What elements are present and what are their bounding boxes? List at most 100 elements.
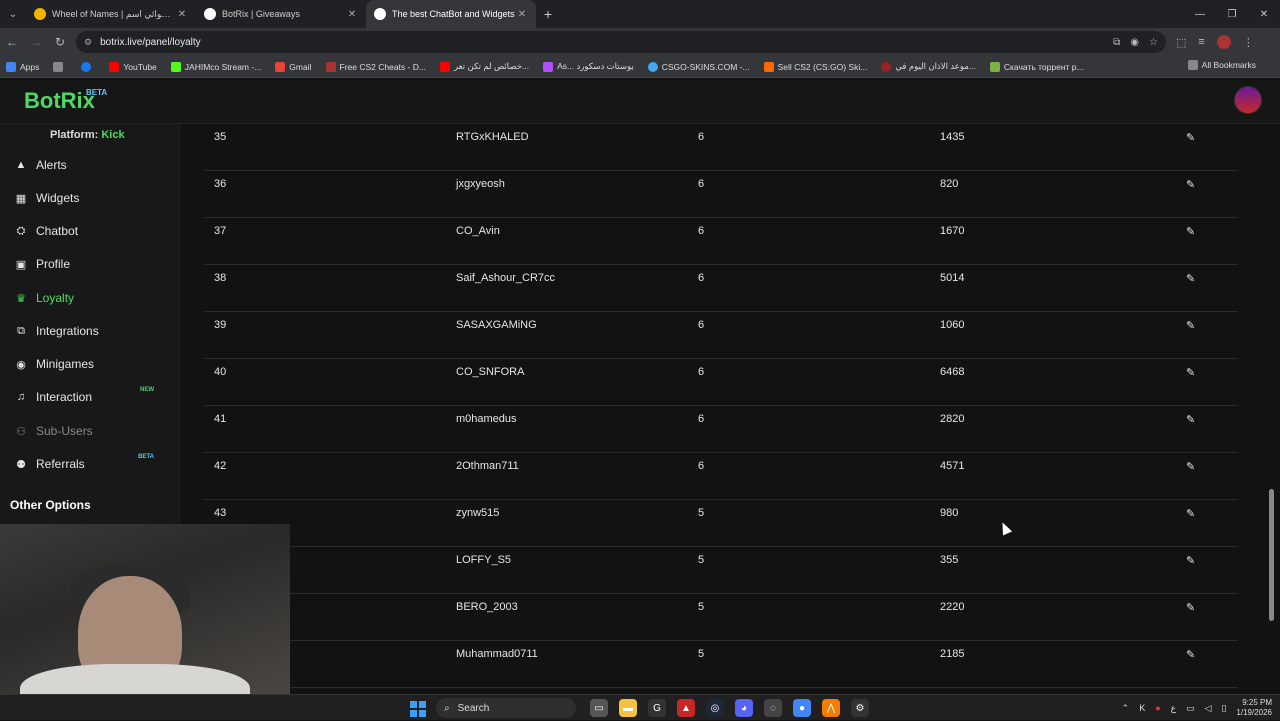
sidebar-item-interaction[interactable]: ♫ Interaction NEW <box>14 386 174 408</box>
edit-pencil-icon[interactable]: ✎ <box>1186 272 1195 285</box>
file-explorer-icon[interactable]: ▬ <box>619 699 637 717</box>
menu-icon[interactable]: ⋮ <box>1243 36 1254 49</box>
bookmark-torrent[interactable]: Скачать торрент р... <box>989 61 1084 72</box>
battery-icon[interactable]: ▯ <box>1221 703 1226 714</box>
edit-pencil-icon[interactable]: ✎ <box>1186 507 1195 520</box>
sidebar-item-referrals[interactable]: ⚉ Referrals BETA <box>14 453 174 475</box>
apps-icon <box>6 61 16 72</box>
task-view-icon[interactable]: ▭ <box>590 699 608 717</box>
chrome-icon[interactable]: ● <box>793 699 811 717</box>
steam-icon[interactable]: ◎ <box>706 699 724 717</box>
sidebar-item-alerts[interactable]: ▲ Alerts <box>14 154 174 176</box>
page-scrollbar[interactable] <box>1269 124 1274 694</box>
kick-tray-icon[interactable]: K <box>1139 703 1145 713</box>
bookmark-grid[interactable] <box>53 61 67 72</box>
edit-pencil-icon[interactable]: ✎ <box>1186 460 1195 473</box>
bookmark-kick[interactable]: JAHIMco Stream -... <box>170 61 261 72</box>
address-bar[interactable]: ⚙ botrix.live/panel/loyalty ⧉ ◉ ☆ <box>76 31 1166 53</box>
facebook-icon <box>81 61 92 72</box>
media-icon[interactable]: ≡ <box>1198 36 1204 48</box>
close-tab-icon[interactable]: ✕ <box>516 9 528 20</box>
edit-pencil-icon[interactable]: ✎ <box>1186 366 1195 379</box>
points-cell: 6468 <box>940 366 965 378</box>
bookmark-sell-cs2[interactable]: Sell CS2 (CS:GO) Ski... <box>763 61 867 72</box>
browser-tab-2[interactable]: BotRix | Giveaways ✕ <box>196 0 366 28</box>
edit-pencil-icon[interactable]: ✎ <box>1186 131 1195 144</box>
tab-search-icon[interactable]: ⌄ <box>0 0 26 28</box>
orange-app-icon[interactable]: ⋀ <box>822 699 840 717</box>
forward-icon[interactable]: → <box>24 35 48 49</box>
site-info-icon[interactable]: ⚙ <box>84 37 92 48</box>
rank-cell: 40 <box>214 366 227 378</box>
minimize-icon[interactable]: — <box>1184 0 1216 28</box>
restore-icon[interactable]: ❐ <box>1216 0 1248 28</box>
table-row: 43 zynw515 5 980 ✎ <box>204 500 1238 547</box>
table-row: 39 SASAXGAMiNG 6 1060 ✎ <box>204 312 1238 359</box>
reload-icon[interactable]: ↻ <box>48 35 72 49</box>
loyalty-leaderboard: 35 RTGxKHALED 6 1435 ✎ 36 jxgxyeosh 6 82… <box>182 124 1266 694</box>
sidebar-item-chatbot[interactable]: ⛭ Chatbot <box>14 220 174 242</box>
level-cell: 5 <box>698 507 705 519</box>
bookmark-apps[interactable]: Apps <box>6 61 39 72</box>
bookmark-youtube[interactable]: YouTube <box>109 61 157 72</box>
volume-icon[interactable]: ◁ <box>1205 703 1212 714</box>
eye-off-icon[interactable]: ◉ <box>1130 37 1139 48</box>
edit-pencil-icon[interactable]: ✎ <box>1186 413 1195 426</box>
windows-start-icon[interactable] <box>410 701 426 717</box>
youtube-icon <box>109 61 120 72</box>
chevron-up-icon[interactable]: ⌃ <box>1122 703 1130 714</box>
other-options-heading[interactable]: Other Options <box>10 498 91 512</box>
app-icon[interactable]: ◌ <box>764 699 782 717</box>
back-icon[interactable]: ← <box>0 35 24 49</box>
user-avatar[interactable] <box>1234 86 1262 114</box>
username-cell: BERO_2003 <box>456 601 518 613</box>
language-icon[interactable]: ع <box>1171 703 1176 714</box>
profile-avatar[interactable] <box>1216 35 1231 49</box>
taskbar-apps: ▭ ▬ G ▲ ◎ ◕ ◌ ● ⋀ ⚙ <box>590 699 869 717</box>
bookmark-csgo-skins[interactable]: CSGO-SKINS.COM -... <box>647 61 750 72</box>
sidebar-item-profile[interactable]: ▣ Profile <box>14 253 174 275</box>
red-app-icon[interactable]: ▲ <box>677 699 695 717</box>
g-hub-icon[interactable]: G <box>648 699 666 717</box>
rank-cell: 42 <box>214 460 227 472</box>
table-row: 40 CO_SNFORA 6 6468 ✎ <box>204 359 1238 406</box>
edit-pencil-icon[interactable]: ✎ <box>1186 648 1195 661</box>
browser-tab-1[interactable]: Wheel of Names | العشوائي اسم ✕ <box>26 0 196 28</box>
close-tab-icon[interactable]: ✕ <box>346 9 358 20</box>
edit-pencil-icon[interactable]: ✎ <box>1186 225 1195 238</box>
sidebar-item-loyalty[interactable]: ♛ Loyalty <box>14 287 174 309</box>
bookmark-youtube-2[interactable]: خصائص لم تكن تعر... <box>439 61 529 72</box>
edit-pencil-icon[interactable]: ✎ <box>1186 601 1195 614</box>
points-cell: 5014 <box>940 272 965 284</box>
settings-icon[interactable]: ⚙ <box>851 699 869 717</box>
all-bookmarks[interactable]: All Bookmarks <box>1187 60 1256 70</box>
star-icon[interactable]: ☆ <box>1149 37 1158 48</box>
translate-icon[interactable]: ⧉ <box>1113 37 1120 48</box>
clock[interactable]: 9:25 PM 1/19/2026 <box>1236 698 1272 718</box>
close-window-icon[interactable]: ✕ <box>1248 0 1280 28</box>
taskbar-search[interactable]: ⌕ Search <box>436 698 576 718</box>
discord-icon[interactable]: ◕ <box>735 699 753 717</box>
sidebar-item-widgets[interactable]: ▦ Widgets <box>14 187 174 209</box>
scrollbar-thumb[interactable] <box>1269 489 1274 621</box>
edit-pencil-icon[interactable]: ✎ <box>1186 554 1195 567</box>
network-icon[interactable]: ▭ <box>1186 703 1195 714</box>
browser-tab-3[interactable]: The best ChatBot and Widgets ✕ <box>366 0 536 28</box>
close-tab-icon[interactable]: ✕ <box>176 9 188 20</box>
edit-pencil-icon[interactable]: ✎ <box>1186 178 1195 191</box>
bookmark-discord[interactable]: As... يوستات دسكورد <box>543 61 634 72</box>
sidebar-item-sub-users[interactable]: ⚇ Sub-Users <box>14 420 174 442</box>
windows-taskbar: ⌕ Search ▭ ▬ G ▲ ◎ ◕ ◌ ● ⋀ ⚙ ⌃ K ● ع ▭ ◁… <box>0 694 1280 720</box>
bookmark-prayer[interactable]: موعد الاذان اليوم في... <box>881 61 976 72</box>
bookmark-gmail[interactable]: Gmail <box>275 61 312 72</box>
sidebar-item-integrations[interactable]: ⧉ Integrations <box>14 320 174 342</box>
microphone-icon[interactable]: ● <box>1155 703 1160 713</box>
users-icon: ⚇ <box>16 425 26 438</box>
sidebar-item-minigames[interactable]: ◉ Minigames <box>14 353 174 375</box>
new-tab-button[interactable]: + <box>536 6 560 22</box>
bookmark-facebook[interactable] <box>81 61 95 72</box>
edit-pencil-icon[interactable]: ✎ <box>1186 319 1195 332</box>
extensions-icon[interactable]: ⬚ <box>1176 36 1186 49</box>
botrix-logo[interactable]: BotRix BETA <box>24 88 107 114</box>
bookmark-cheats[interactable]: Free CS2 Cheats - D... <box>325 61 426 72</box>
